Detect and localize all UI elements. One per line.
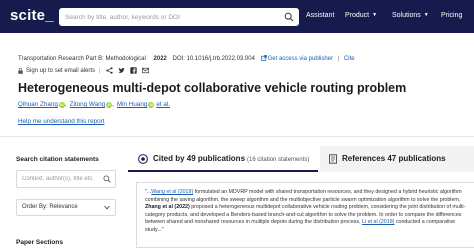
nav-assistant[interactable]: Assistant <box>306 12 334 19</box>
scite-logo[interactable]: scite_ <box>10 7 54 24</box>
nav-solutions-label: Solutions <box>392 12 421 19</box>
references-icon <box>329 154 337 164</box>
publisher-access-label: Get access via publisher <box>267 56 333 62</box>
email-alerts-link[interactable]: Sign up to set email alerts <box>26 68 95 74</box>
chevron-down-icon: ▼ <box>372 12 378 18</box>
top-navigation-bar: scite_ Assistant Product▼ Solutions▼ Pri… <box>0 0 474 33</box>
chevron-down-icon: ▼ <box>423 12 429 18</box>
author-link[interactable]: Min Huang <box>117 101 147 108</box>
citation-search-field <box>16 170 116 188</box>
et-al-link[interactable]: et al. <box>156 101 170 108</box>
external-link-icon <box>260 55 267 61</box>
tab-references-label: References 47 publications <box>342 154 446 163</box>
alert-row: Sign up to set email alerts | <box>18 67 149 74</box>
author-link[interactable]: Zitong Wang <box>70 101 105 108</box>
order-by-value: Order By: Relevance <box>22 204 78 210</box>
citation-statement-text: "...Wang et al (2019) formulated an MDVR… <box>145 189 470 235</box>
citation-statement-count: (16 citation statements) <box>247 157 310 163</box>
order-by-select[interactable]: Order By: Relevance <box>16 199 116 216</box>
citation-text-segment: formulated an MDVRP model with shared tr… <box>145 189 462 203</box>
publication-year: 2022 <box>153 56 167 62</box>
tab-cited-by[interactable]: Cited by 49 publications (16 citation sta… <box>128 146 318 172</box>
journal-name[interactable]: Transportation Research Part B: Methodol… <box>18 56 146 62</box>
share-icon[interactable] <box>105 67 113 74</box>
global-search <box>59 8 299 26</box>
facebook-icon[interactable] <box>129 67 137 74</box>
cited-by-icon <box>138 154 148 164</box>
section-divider <box>0 136 474 137</box>
tab-cited-by-label: Cited by 49 publications <box>153 154 246 163</box>
nav-product[interactable]: Product ▼ <box>345 12 377 19</box>
article-meta: Transportation Research Part B: Methodol… <box>18 55 355 62</box>
meta-separator: | <box>337 56 340 62</box>
email-icon[interactable] <box>141 67 149 74</box>
author-separator: , <box>112 101 114 108</box>
paper-sections-heading: Paper Sections <box>16 239 63 246</box>
global-search-input[interactable] <box>65 8 277 26</box>
author-list: Qihuan Zhang iD, Zitong Wang iD, Min Hua… <box>18 101 170 108</box>
lock-icon <box>18 67 23 74</box>
nav-product-label: Product <box>345 12 370 19</box>
citation-search-input[interactable] <box>22 171 102 187</box>
nav-pricing-label: Pricing <box>441 12 463 19</box>
target-reference-highlight: Zhang et al (2022) <box>145 204 190 211</box>
publisher-access-link[interactable]: Get access via publisher <box>260 55 335 62</box>
author-separator: , <box>64 101 67 108</box>
alert-separator: | <box>99 67 101 74</box>
article-title: Heterogeneous multi-depot collaborative … <box>18 81 407 95</box>
search-icon[interactable] <box>103 175 111 183</box>
nav-pricing[interactable]: Pricing <box>441 12 462 19</box>
chevron-down-icon <box>104 205 110 210</box>
help-understand-report-link[interactable]: Help me understand this report <box>18 118 104 125</box>
nav-assistant-label: Assistant <box>306 12 335 19</box>
nav-solutions[interactable]: Solutions ▼ <box>392 12 429 19</box>
doi[interactable]: DOI: 10.1016/j.trb.2022.03.004 <box>173 56 255 62</box>
citing-reference-link[interactable]: Li et al (2018) <box>362 219 394 225</box>
citation-statement-card: "...Wang et al (2019) formulated an MDVR… <box>136 182 474 248</box>
orcid-icon[interactable]: iD <box>148 101 155 108</box>
search-icon[interactable] <box>284 12 294 22</box>
cite-link[interactable]: Cite <box>344 56 355 62</box>
citation-search-label: Search citation statements <box>16 156 99 163</box>
author-link[interactable]: Qihuan Zhang <box>18 101 58 108</box>
citing-reference-link[interactable]: Wang et al (2019) <box>151 189 193 195</box>
tab-references[interactable]: References 47 publications <box>320 146 474 172</box>
twitter-icon[interactable] <box>118 67 125 74</box>
